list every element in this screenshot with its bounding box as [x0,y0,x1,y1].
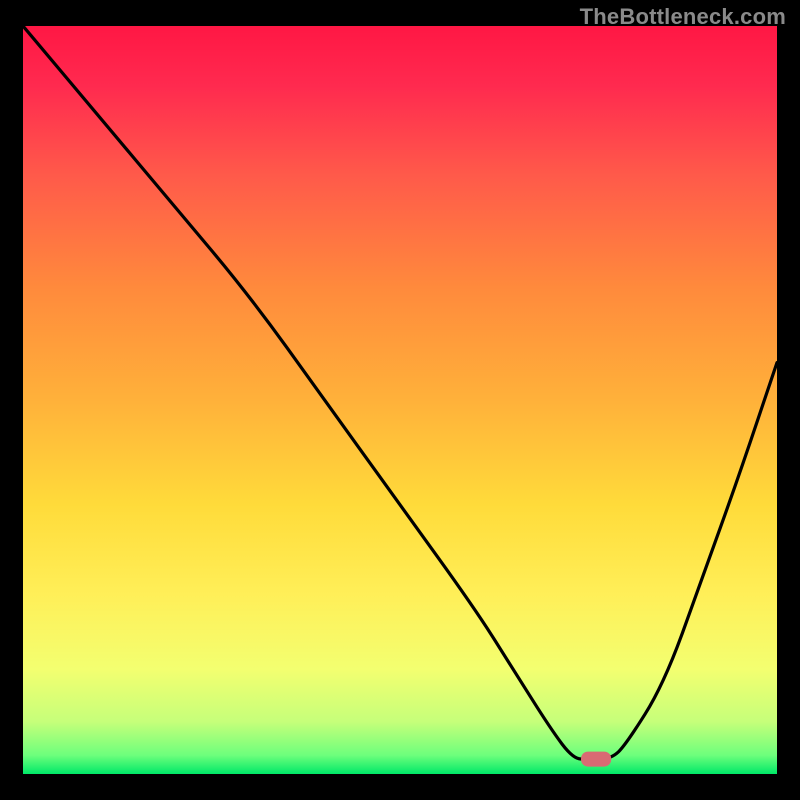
watermark-text: TheBottleneck.com [580,4,786,30]
chart-frame: TheBottleneck.com [0,0,800,800]
plot-area [23,26,777,774]
bottleneck-chart [0,0,800,800]
optimal-marker [581,752,611,767]
